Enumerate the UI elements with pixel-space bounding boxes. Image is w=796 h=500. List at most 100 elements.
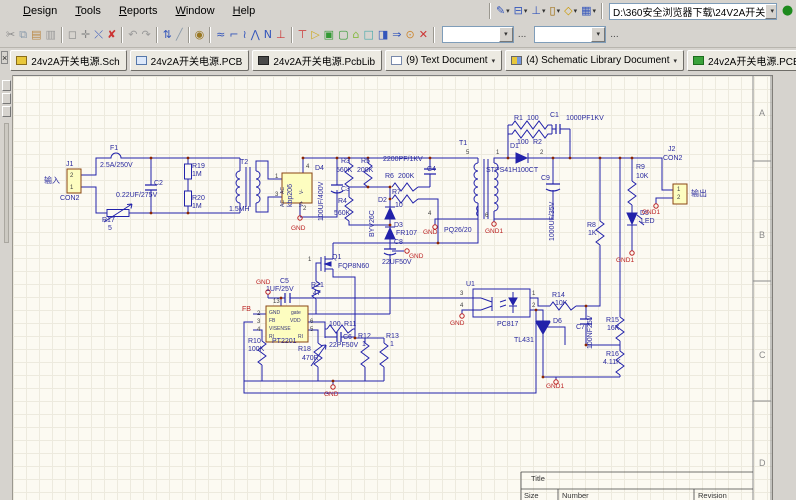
resistor-R8[interactable] [596, 221, 604, 245]
mosfet-Q1[interactable] [316, 256, 331, 272]
clear-filter-icon[interactable]: ✘ [105, 26, 118, 44]
ground-icon[interactable]: ⊥ [274, 26, 288, 44]
capacitor-C6[interactable] [337, 332, 341, 342]
led-D5[interactable] [627, 213, 644, 225]
toolbar-combo-2[interactable]: ▾ [534, 26, 606, 43]
menu-help[interactable]: Help [224, 3, 265, 19]
capacitor-C1[interactable] [556, 124, 560, 134]
select-area-icon[interactable]: ◻ [66, 26, 79, 44]
tab-pcb-doc-2[interactable]: 24v2A开关电源.PCB [687, 50, 796, 71]
part-tools-icon[interactable]: ▯▾ [548, 2, 563, 20]
dropdown-arrow-icon[interactable]: ▾ [499, 27, 513, 42]
shape-tools-icon[interactable]: ⌂ [350, 26, 361, 44]
capacitor-C2[interactable] [145, 185, 157, 190]
paste-special-icon[interactable]: ▥ [43, 26, 57, 44]
vcc-power-port-icon[interactable]: ⊤ [296, 26, 310, 44]
port-icon[interactable]: ⇒ [390, 26, 403, 44]
net-label-icon[interactable]: N [262, 26, 274, 44]
menu-tools[interactable]: Tools [66, 3, 110, 19]
resistor-R19[interactable] [185, 164, 192, 179]
wiring-tools-icon[interactable]: ✎▾ [494, 2, 512, 20]
dropdown-arrow-icon[interactable]: ▾ [492, 57, 496, 65]
line-icon[interactable]: ╱ [174, 26, 185, 44]
left-strip-button[interactable] [2, 80, 11, 91]
dropdown-arrow-icon[interactable]: ▾ [765, 4, 777, 19]
cut-icon[interactable]: ✂ [4, 26, 17, 44]
tab-pcblib-doc[interactable]: 24v2A开关电源.PcbLib [252, 50, 382, 71]
resistor-R13[interactable] [380, 343, 388, 367]
connector-J2[interactable] [673, 184, 687, 204]
thermistor-R17[interactable] [104, 204, 132, 222]
dropdown-arrow-icon[interactable]: ▾ [506, 7, 510, 15]
resistor-R6[interactable] [392, 183, 418, 191]
resistor-R3[interactable] [345, 163, 353, 187]
cross-probe-icon[interactable]: ⤬ [92, 26, 105, 44]
dropdown-arrow-icon[interactable]: ▾ [557, 7, 561, 15]
capacitor-C9[interactable] [546, 184, 560, 191]
left-strip-button[interactable] [2, 106, 11, 117]
bridge-rectifier-D4[interactable] [282, 173, 312, 203]
document-path-combo[interactable]: D:\360安全浏览器下载\24V2A开关 ▾ [609, 3, 777, 20]
power-ports[interactable] [266, 204, 658, 389]
resistor-R16[interactable] [616, 351, 624, 375]
capacitor-C4[interactable] [424, 169, 436, 174]
schematic-canvas[interactable]: J1CON2输入21F12.5A/250VC20.22UF/275VR191MR… [13, 75, 772, 500]
gate-part-icon[interactable]: ▷ [309, 26, 321, 44]
tab-schematic-library-documents[interactable]: (4) Schematic Library Document ▾ [505, 50, 684, 71]
probe-icon[interactable]: ⌐ [227, 26, 240, 44]
dropdown-arrow-icon[interactable]: ▾ [591, 27, 605, 42]
browse-button-2[interactable]: ... [610, 29, 618, 40]
resistor-R20[interactable] [185, 191, 192, 206]
peak-icon[interactable]: ⋀ [249, 26, 262, 44]
power-port-tools-icon[interactable]: ⊥▾ [529, 2, 547, 20]
move-icon[interactable]: ✛ [79, 26, 92, 44]
undo-icon[interactable]: ↶ [126, 26, 139, 44]
tab-pcb-doc[interactable]: 24v2A开关电源.PCB [130, 50, 250, 71]
diode-D1[interactable] [516, 153, 528, 163]
reorder-icon[interactable]: ⇅ [161, 26, 174, 44]
menu-reports[interactable]: Reports [110, 3, 167, 19]
toolbar-combo-1[interactable]: ▾ [442, 26, 514, 43]
resistor-R15[interactable] [616, 317, 624, 341]
dropdown-arrow-icon[interactable]: ▾ [542, 7, 546, 15]
panel-close-button[interactable]: × [1, 51, 8, 64]
go-button-icon[interactable]: ● [780, 4, 795, 19]
tab-schematic-doc[interactable]: 24v2A开关电源.Sch [10, 50, 126, 71]
resistor-R12[interactable] [361, 343, 369, 367]
capacitor-C7[interactable] [580, 319, 592, 324]
resistor-R9[interactable] [628, 181, 636, 205]
part-place-icon[interactable]: ⊙ [403, 26, 416, 44]
controller-ic-PT2201[interactable] [266, 306, 308, 342]
potentiometer-R18[interactable] [311, 343, 326, 367]
resistor-R10[interactable] [258, 341, 266, 365]
diode-D3[interactable] [385, 227, 395, 239]
resistor-R11[interactable] [327, 325, 353, 333]
paste-icon[interactable]: ▤ [29, 26, 43, 44]
resistor-R14[interactable] [550, 302, 576, 310]
ic-part-icon[interactable]: ▣ [322, 26, 336, 44]
menu-design[interactable]: Design [14, 3, 66, 19]
resistor-R21[interactable] [312, 281, 320, 299]
dropdown-arrow-icon[interactable]: ▾ [592, 7, 596, 15]
tab-text-documents[interactable]: (9) Text Document ▾ [385, 50, 502, 71]
grid-tools-icon[interactable]: ▦▾ [579, 2, 598, 20]
capacitor-C5[interactable] [285, 293, 290, 303]
signal-wave-icon[interactable]: ≈ [214, 26, 227, 44]
sheet-symbol-icon[interactable]: ▢ [336, 26, 350, 44]
resistor-R1[interactable] [508, 121, 552, 129]
junction-tools-icon[interactable]: ◇▾ [562, 2, 579, 20]
wires[interactable] [81, 125, 673, 393]
sheet-entry-icon[interactable]: ◨ [376, 26, 390, 44]
find-icon[interactable]: ◉ [193, 26, 207, 44]
stimulus-icon[interactable]: ≀ [241, 26, 249, 44]
resistor-R2[interactable] [508, 130, 552, 138]
dropdown-arrow-icon[interactable]: ▾ [673, 57, 677, 65]
menu-window[interactable]: Window [166, 3, 223, 19]
left-strip-button[interactable] [2, 93, 11, 104]
copy-icon[interactable]: ⧉ [17, 26, 29, 44]
rect-tool-icon[interactable]: □ [361, 26, 375, 44]
resistor-R5[interactable] [364, 163, 372, 187]
redo-icon[interactable]: ↷ [140, 26, 153, 44]
dropdown-arrow-icon[interactable]: ▾ [574, 7, 578, 15]
connector-J1[interactable] [67, 169, 81, 193]
